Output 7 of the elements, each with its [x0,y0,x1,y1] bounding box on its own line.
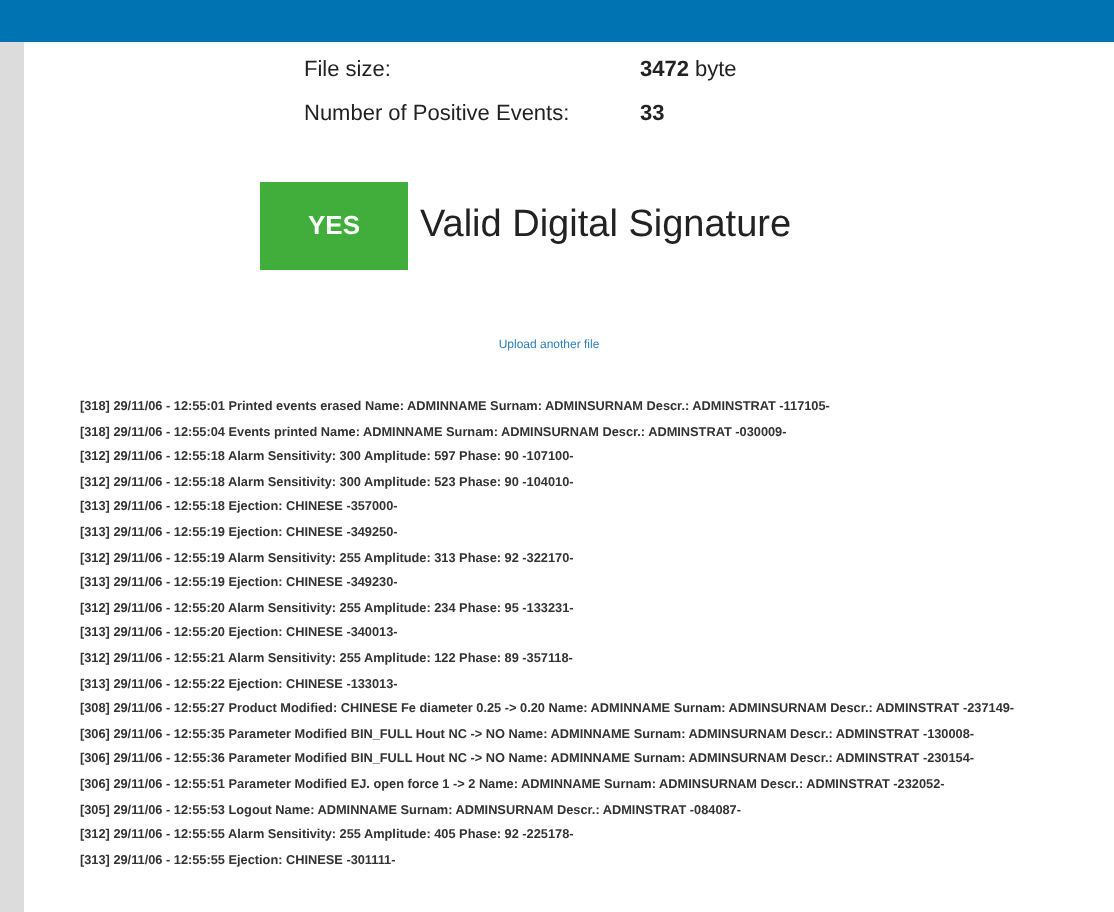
info-unit: byte [694,56,737,86]
signature-status-text: Valid Digital Signature [420,201,792,250]
info-label: Number of Positive Events: [304,99,572,129]
info-label: File size: [304,56,393,86]
info-value: 33 [640,99,665,129]
signature-badge: YES [260,182,408,270]
info-value: 3472 [640,56,689,86]
